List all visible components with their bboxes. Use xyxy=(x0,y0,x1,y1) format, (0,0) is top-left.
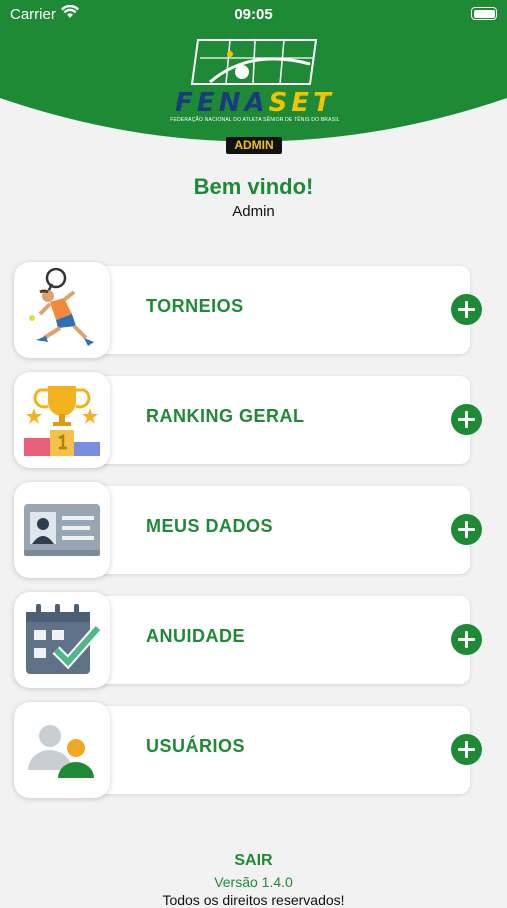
menu-card[interactable] xyxy=(70,706,470,794)
copyright-text: Todos os direitos reservados! xyxy=(162,892,345,908)
calendar-check-icon xyxy=(26,604,102,674)
add-ranking-button[interactable] xyxy=(451,404,482,435)
trophy-podium-icon xyxy=(24,386,100,456)
add-torneio-button[interactable] xyxy=(451,294,482,325)
menu-item-ranking-geral[interactable]: RANKING GERAL xyxy=(14,372,484,470)
id-card-icon xyxy=(24,504,100,556)
menu-card[interactable] xyxy=(70,266,470,354)
status-time: 09:05 xyxy=(234,6,273,23)
logo-wordmark-part1: FENA xyxy=(175,88,269,118)
logo-wordmark: FENASET xyxy=(170,88,340,118)
menu-icon-box[interactable] xyxy=(14,262,110,358)
menu-item-torneios[interactable]: TORNEIOS xyxy=(14,262,484,360)
menu-icon-box[interactable] xyxy=(14,592,110,688)
user-name: Admin xyxy=(232,203,275,220)
add-anuidade-button[interactable] xyxy=(451,624,482,655)
battery-icon xyxy=(471,7,497,20)
menu-item-anuidade[interactable]: ANUIDADE xyxy=(14,592,484,690)
logo-subtitle: FEDERAÇÃO NACIONAL DO ATLETA SÊNIOR DE T… xyxy=(170,117,340,123)
menu-item-meus-dados[interactable]: MEUS DADOS xyxy=(14,482,484,580)
menu-label[interactable]: ANUIDADE xyxy=(146,626,245,647)
welcome-title: Bem vindo! xyxy=(193,174,314,199)
app-version: Versão 1.4.0 xyxy=(214,874,293,890)
menu-icon-box[interactable] xyxy=(14,482,110,578)
tennis-court-logo-icon xyxy=(190,39,318,85)
menu-label[interactable]: TORNEIOS xyxy=(146,296,244,317)
status-bar: Carrier 09:05 xyxy=(0,0,507,30)
logo-wordmark-part2: SET xyxy=(268,88,335,118)
tennis-player-icon xyxy=(29,268,94,346)
menu-item-usuarios[interactable]: USUÁRIOS xyxy=(14,702,484,800)
logout-button[interactable]: SAIR xyxy=(0,852,507,870)
menu-label[interactable]: RANKING GERAL xyxy=(146,406,305,427)
menu-label[interactable]: USUÁRIOS xyxy=(146,736,245,757)
menu-card[interactable] xyxy=(70,596,470,684)
menu-icon-box[interactable] xyxy=(14,372,110,468)
role-badge: ADMIN xyxy=(226,137,282,154)
add-usuario-button[interactable] xyxy=(451,734,482,765)
menu-label[interactable]: MEUS DADOS xyxy=(146,516,273,537)
users-icon xyxy=(28,725,94,778)
add-meus-dados-button[interactable] xyxy=(451,514,482,545)
menu-icon-box[interactable] xyxy=(14,702,110,798)
